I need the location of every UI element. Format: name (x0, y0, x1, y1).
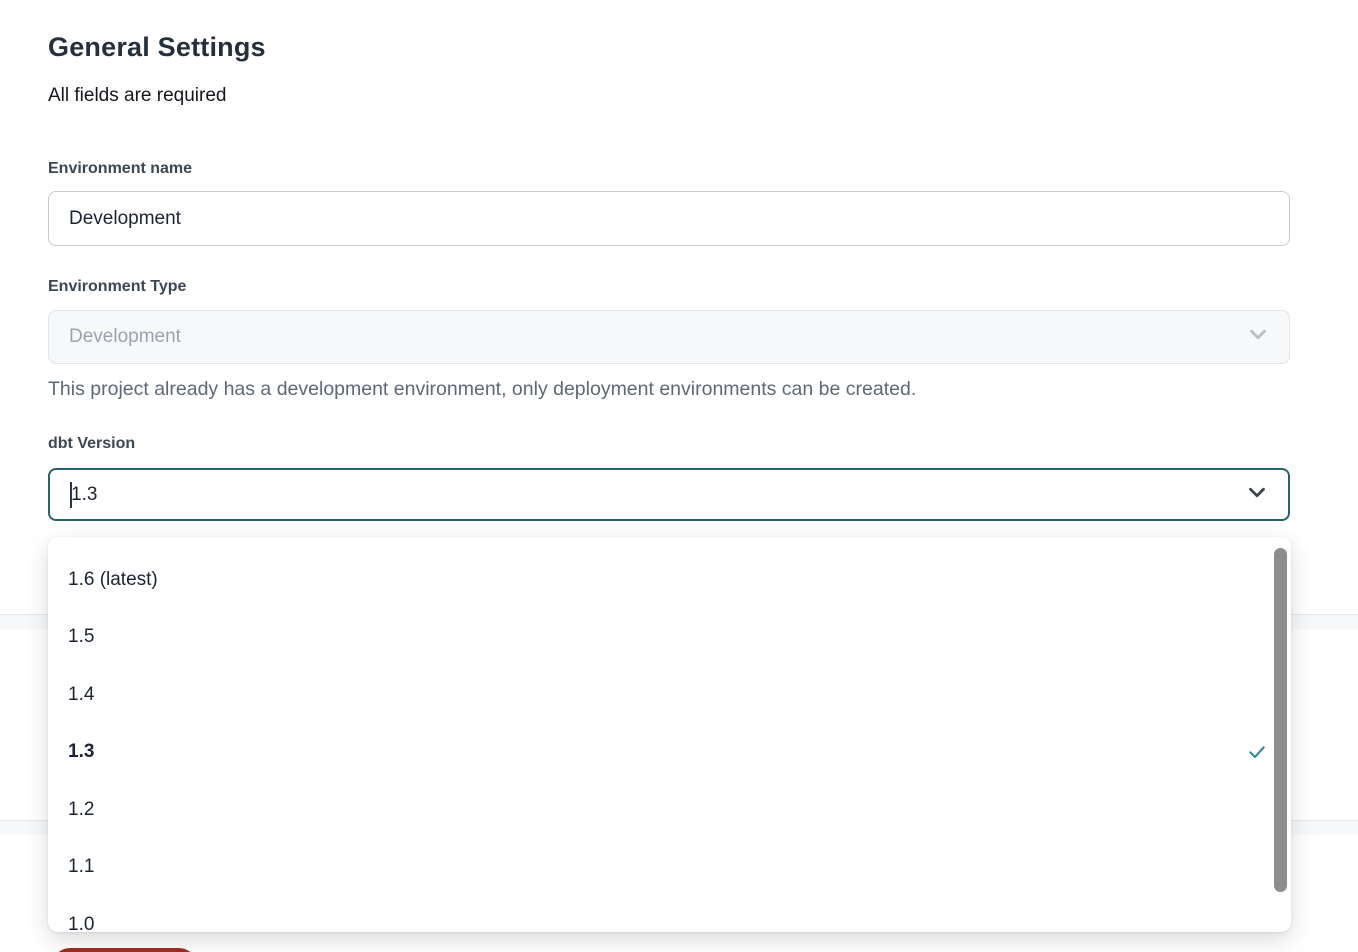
dropdown-option[interactable]: 1.5 (48, 609, 1291, 667)
environment-type-select: Development (48, 310, 1290, 364)
option-label: 1.6 (latest) (68, 569, 158, 591)
chevron-down-icon (1245, 321, 1271, 353)
dropdown-option[interactable]: 1.2 (48, 781, 1291, 839)
dbt-version-dropdown: 1.6 (latest) 1.5 1.4 1.3 1.2 1.1 1.0 (48, 537, 1291, 932)
delete-button[interactable] (52, 948, 197, 952)
environment-name-label: Environment name (48, 160, 192, 178)
option-label: 1.1 (68, 856, 94, 878)
environment-type-label: Environment Type (48, 278, 186, 296)
dbt-version-value: 1.3 (71, 484, 97, 506)
environment-type-value: Development (69, 326, 181, 348)
option-label: 1.5 (68, 626, 94, 648)
page-title: General Settings (48, 32, 266, 63)
dropdown-option[interactable]: 1.0 (48, 896, 1291, 932)
environment-type-helper: This project already has a development e… (48, 378, 916, 401)
option-label: 1.2 (68, 799, 94, 821)
option-label: 1.3 (68, 741, 94, 763)
dropdown-option[interactable]: 1.4 (48, 666, 1291, 724)
option-label: 1.0 (68, 914, 94, 932)
dropdown-option[interactable]: 1.6 (latest) (48, 551, 1291, 609)
dbt-version-label: dbt Version (48, 435, 135, 453)
environment-name-input[interactable] (48, 191, 1290, 246)
dropdown-option[interactable]: 1.1 (48, 839, 1291, 897)
check-icon (1247, 742, 1267, 762)
required-note: All fields are required (48, 85, 226, 107)
dropdown-scrollbar[interactable] (1274, 548, 1287, 892)
option-label: 1.4 (68, 684, 94, 706)
chevron-down-icon[interactable] (1244, 479, 1270, 511)
dbt-version-combobox[interactable]: 1.3 (48, 468, 1290, 521)
dropdown-option-selected[interactable]: 1.3 (48, 724, 1291, 782)
